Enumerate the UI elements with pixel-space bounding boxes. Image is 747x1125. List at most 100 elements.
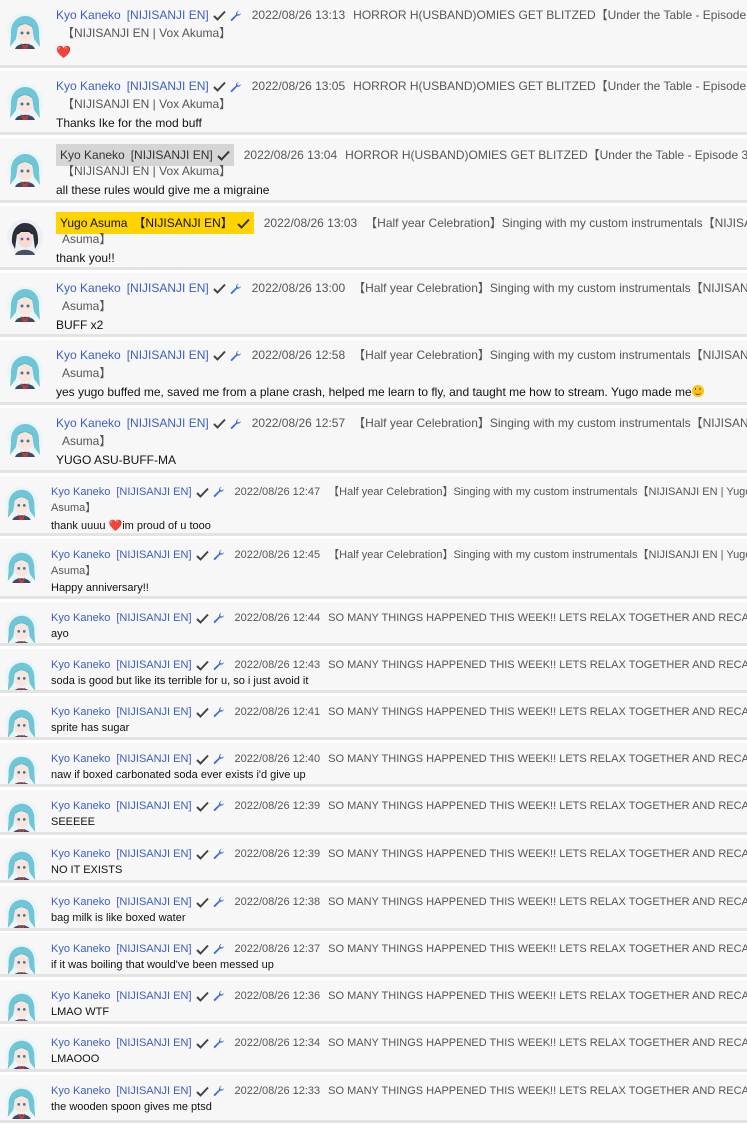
stream-title[interactable]: SO MANY THINGS HAPPENED THIS WEEK!! LETS… bbox=[328, 659, 747, 671]
chat-message[interactable]: Kyo Kaneko [NIJISANJI EN] 2022/08/26 13:05… bbox=[0, 71, 747, 135]
message-body: bag milk is like boxed water bbox=[51, 912, 186, 924]
chat-message[interactable]: Kyo Kaneko [NIJISANJI EN] 2022/08/26 12:37… bbox=[0, 933, 747, 977]
stream-title[interactable]: SO MANY THINGS HAPPENED THIS WEEK!! LETS… bbox=[328, 1037, 747, 1049]
kyo-avatar[interactable] bbox=[5, 550, 38, 583]
author-name[interactable]: Kyo Kaneko bbox=[56, 79, 121, 93]
timestamp: 2022/08/26 12:47 bbox=[234, 486, 321, 498]
kyo-avatar[interactable] bbox=[7, 353, 43, 389]
wrench-icon bbox=[230, 10, 242, 22]
stream-title[interactable]: HORROR H(USBAND)OMIES GET BLITZED【Under … bbox=[353, 8, 747, 22]
author-name[interactable]: Kyo Kaneko bbox=[56, 416, 121, 430]
message-header: Kyo Kaneko [NIJISANJI EN] 2022/08/26 12:44… bbox=[51, 609, 747, 627]
stream-title[interactable]: SO MANY THINGS HAPPENED THIS WEEK!! LETS… bbox=[328, 990, 747, 1002]
message-body: naw if boxed carbonated soda ever exists… bbox=[51, 769, 306, 781]
stream-title[interactable]: SO MANY THINGS HAPPENED THIS WEEK!! LETS… bbox=[328, 612, 747, 624]
stream-title[interactable]: SO MANY THINGS HAPPENED THIS WEEK!! LETS… bbox=[328, 896, 747, 908]
stream-title[interactable]: 【Half year Celebration】Singing with my c… bbox=[328, 486, 747, 498]
author-name[interactable]: Kyo Kaneko bbox=[51, 753, 110, 765]
stream-title[interactable]: HORROR H(USBAND)OMIES GET BLITZED【Under … bbox=[345, 148, 747, 162]
message-body: soda is good but like its terrible for u… bbox=[51, 675, 309, 687]
kyo-avatar[interactable] bbox=[5, 897, 38, 928]
stream-title[interactable]: 【Half year Celebration】Singing with my c… bbox=[365, 216, 747, 230]
kyo-avatar[interactable] bbox=[5, 801, 38, 832]
message-text: SEEEEE bbox=[51, 816, 95, 828]
stream-title[interactable]: SO MANY THINGS HAPPENED THIS WEEK!! LETS… bbox=[328, 848, 747, 860]
chat-message[interactable]: Kyo Kaneko [NIJISANJI EN] 2022/08/26 12:33… bbox=[0, 1075, 747, 1123]
message-header: Kyo Kaneko [NIJISANJI EN] 2022/08/26 12:33… bbox=[51, 1082, 747, 1100]
stream-title[interactable]: SO MANY THINGS HAPPENED THIS WEEK!! LETS… bbox=[328, 1085, 747, 1097]
author-name[interactable]: Kyo Kaneko bbox=[51, 612, 110, 624]
chat-message[interactable]: Kyo Kaneko [NIJISANJI EN] 2022/08/26 12:58… bbox=[0, 340, 747, 405]
kyo-avatar[interactable] bbox=[5, 613, 38, 643]
chat-message[interactable]: Kyo Kaneko [NIJISANJI EN] 2022/08/26 13:04… bbox=[0, 138, 747, 203]
yugo-avatar[interactable] bbox=[7, 219, 43, 255]
kyo-avatar[interactable] bbox=[5, 754, 38, 784]
kyo-avatar[interactable] bbox=[7, 84, 43, 120]
chat-message[interactable]: Kyo Kaneko [NIJISANJI EN] 2022/08/26 12:36… bbox=[0, 980, 747, 1024]
chat-message[interactable]: Yugo Asuma 【NIJISANJI EN】 2022/08/26 13:03… bbox=[0, 206, 747, 270]
checkmark-icon bbox=[195, 944, 209, 955]
chat-message[interactable]: Kyo Kaneko [NIJISANJI EN] 2022/08/26 12:44… bbox=[0, 602, 747, 646]
chat-message[interactable]: Kyo Kaneko [NIJISANJI EN] 2022/08/26 12:38… bbox=[0, 886, 747, 931]
stream-title[interactable]: 【Half year Celebration】Singing with my c… bbox=[353, 281, 747, 295]
kyo-avatar[interactable] bbox=[7, 421, 43, 457]
chat-message[interactable]: Kyo Kaneko [NIJISANJI EN] 2022/08/26 12:40… bbox=[0, 743, 747, 787]
kyo-avatar[interactable] bbox=[7, 286, 43, 322]
author-name[interactable]: Kyo Kaneko bbox=[51, 486, 110, 498]
chat-message[interactable]: Kyo Kaneko [NIJISANJI EN] 2022/08/26 12:45… bbox=[0, 539, 747, 599]
stream-title[interactable]: HORROR H(USBAND)OMIES GET BLITZED【Under … bbox=[353, 79, 747, 93]
author-name[interactable]: Kyo Kaneko bbox=[51, 848, 110, 860]
author-name[interactable]: Kyo Kaneko bbox=[51, 943, 110, 955]
chat-message[interactable]: Kyo Kaneko [NIJISANJI EN] 2022/08/26 12:41… bbox=[0, 696, 747, 740]
timestamp: 2022/08/26 12:45 bbox=[234, 549, 321, 561]
author-name[interactable]: Kyo Kaneko bbox=[51, 706, 110, 718]
stream-title[interactable]: SO MANY THINGS HAPPENED THIS WEEK!! LETS… bbox=[328, 943, 747, 955]
stream-title[interactable]: 【Half year Celebration】Singing with my c… bbox=[353, 416, 747, 430]
timestamp: 2022/08/26 13:04 bbox=[243, 148, 338, 162]
message-header: Kyo Kaneko [NIJISANJI EN] 2022/08/26 12:40… bbox=[51, 750, 747, 768]
kyo-avatar[interactable] bbox=[5, 991, 38, 1021]
chat-message[interactable]: Kyo Kaneko [NIJISANJI EN] 2022/08/26 13:00… bbox=[0, 273, 747, 337]
kyo-avatar[interactable] bbox=[5, 849, 38, 880]
checkmark-icon bbox=[195, 801, 209, 812]
kyo-avatar[interactable] bbox=[7, 13, 43, 49]
chat-message[interactable]: Kyo Kaneko [NIJISANJI EN] 2022/08/26 12:57… bbox=[0, 408, 747, 473]
chat-message[interactable]: Kyo Kaneko [NIJISANJI EN] 2022/08/26 12:39… bbox=[0, 790, 747, 835]
author-name[interactable]: Kyo Kaneko bbox=[51, 1085, 110, 1097]
kyo-avatar[interactable] bbox=[5, 1086, 38, 1119]
stream-title-continued: 【NIJISANJI EN | Vox Akuma】 bbox=[62, 164, 232, 178]
kyo-avatar[interactable] bbox=[5, 1038, 38, 1069]
chat-message[interactable]: Kyo Kaneko [NIJISANJI EN] 2022/08/26 12:47… bbox=[0, 476, 747, 536]
kyo-avatar[interactable] bbox=[7, 151, 43, 187]
author-name[interactable]: Kyo Kaneko bbox=[56, 348, 121, 362]
chat-message[interactable]: Kyo Kaneko [NIJISANJI EN] 2022/08/26 12:39… bbox=[0, 838, 747, 883]
stream-title[interactable]: SO MANY THINGS HAPPENED THIS WEEK!! LETS… bbox=[328, 753, 747, 765]
kyo-avatar[interactable] bbox=[5, 660, 38, 690]
stream-title[interactable]: SO MANY THINGS HAPPENED THIS WEEK!! LETS… bbox=[328, 800, 747, 812]
wrench-icon bbox=[213, 612, 225, 624]
kyo-avatar[interactable] bbox=[5, 487, 38, 520]
author-name[interactable]: Kyo Kaneko bbox=[51, 990, 110, 1002]
stream-title[interactable]: 【Half year Celebration】Singing with my c… bbox=[328, 549, 747, 561]
checkmark-icon bbox=[195, 660, 209, 671]
stream-title-continued: 【NIJISANJI EN | Vox Akuma】 bbox=[62, 97, 232, 111]
author-name[interactable]: Yugo Asuma bbox=[60, 216, 127, 230]
author-name[interactable]: Kyo Kaneko bbox=[51, 549, 110, 561]
wrench-icon bbox=[213, 1037, 225, 1049]
author-name[interactable]: Kyo Kaneko bbox=[56, 8, 121, 22]
chat-message[interactable]: Kyo Kaneko [NIJISANJI EN] 2022/08/26 13:13… bbox=[0, 0, 747, 68]
author-tag: [NIJISANJI EN] bbox=[126, 416, 209, 430]
author-name[interactable]: Kyo Kaneko bbox=[56, 281, 121, 295]
chat-message[interactable]: Kyo Kaneko [NIJISANJI EN] 2022/08/26 12:34… bbox=[0, 1027, 747, 1072]
message-header: Yugo Asuma 【NIJISANJI EN】 2022/08/26 13:03… bbox=[56, 212, 747, 234]
author-name[interactable]: Kyo Kaneko bbox=[51, 800, 110, 812]
author-name[interactable]: Kyo Kaneko bbox=[60, 148, 125, 162]
author-name[interactable]: Kyo Kaneko bbox=[51, 1037, 110, 1049]
kyo-avatar[interactable] bbox=[5, 944, 38, 974]
kyo-avatar[interactable] bbox=[5, 707, 38, 737]
stream-title[interactable]: 【Half year Celebration】Singing with my c… bbox=[353, 348, 747, 362]
chat-message[interactable]: Kyo Kaneko [NIJISANJI EN] 2022/08/26 12:43… bbox=[0, 649, 747, 693]
stream-title[interactable]: SO MANY THINGS HAPPENED THIS WEEK!! LETS… bbox=[328, 706, 747, 718]
author-name[interactable]: Kyo Kaneko bbox=[51, 896, 110, 908]
author-name[interactable]: Kyo Kaneko bbox=[51, 659, 110, 671]
